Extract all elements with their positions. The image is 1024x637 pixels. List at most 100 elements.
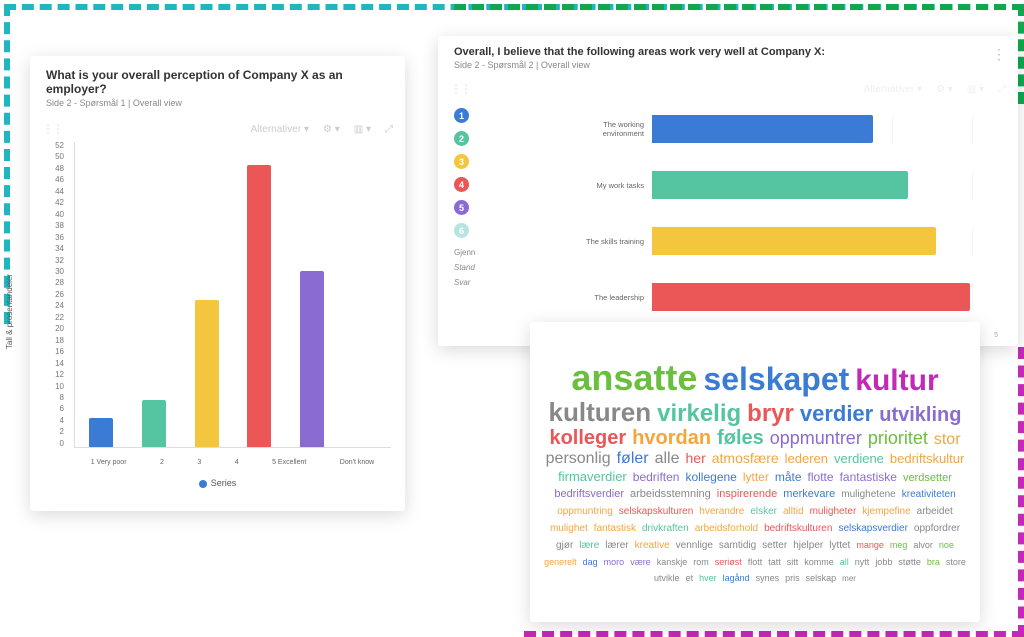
settings-icon[interactable]: ⚙ ▾ (323, 124, 340, 135)
cloud-word: generelt (544, 558, 577, 567)
cloud-word: noe (939, 541, 954, 550)
bar-xlabel: Don't know (340, 459, 374, 466)
chart-type-icon[interactable]: ▥ ▾ (967, 84, 984, 95)
cloud-word: bra (927, 558, 940, 567)
cloud-word: verdiene (834, 452, 884, 466)
hbar-title: Overall, I believe that the following ar… (454, 46, 1002, 58)
cloud-word: støtte (898, 558, 921, 567)
cloud-word: pris (785, 574, 800, 583)
cloud-word: selskapet (703, 363, 849, 397)
bar-xlabel: 4 (235, 459, 239, 466)
cloud-word: hjelper (793, 541, 823, 552)
bar-xlabel: 2 (160, 459, 164, 466)
cloud-word: bedriften (633, 471, 680, 484)
cloud-word: gjør (556, 541, 573, 552)
bar-chart-area: Tall & prosentandeler 525048464442403836… (30, 142, 405, 472)
cloud-word: vennlige (676, 541, 713, 552)
more-menu-icon[interactable]: ⋮ (992, 46, 1006, 63)
cloud-word: inspirerende (717, 489, 778, 501)
cloud-word: kulturen (549, 399, 652, 426)
cloud-word: alltid (783, 507, 804, 518)
expand-icon[interactable]: ⤢ (385, 124, 393, 135)
wordcloud: ansatteselskapetkulturkulturenvirkeligbr… (530, 346, 980, 598)
cloud-word: flott (748, 558, 763, 567)
cloud-word: hverandre (699, 507, 744, 518)
cloud-word: atmosfære (712, 451, 779, 466)
bar-4 (300, 271, 324, 447)
cloud-word: selskap (806, 574, 837, 583)
alternatives-dropdown[interactable]: Alternativer ▾ (251, 124, 309, 135)
cloud-word: lærer (605, 541, 628, 552)
cloud-word: tatt (768, 558, 781, 567)
settings-icon[interactable]: ⚙ ▾ (936, 84, 953, 95)
cloud-word: lagånd (723, 574, 750, 583)
bar-xlabel: 3 (197, 459, 201, 466)
bar-3 (247, 165, 271, 447)
cloud-word: moro (604, 558, 625, 567)
cloud-word: mange (856, 541, 884, 550)
cloud-word: flotte (808, 471, 834, 484)
cloud-word: samtidig (719, 541, 756, 552)
cloud-word: bryr (747, 401, 794, 426)
cloud-word: jobb (875, 558, 892, 567)
cloud-word: mulighet (550, 524, 588, 535)
cloud-word: verdier (800, 402, 873, 425)
alternatives-dropdown[interactable]: Alternativer ▾ (864, 84, 922, 95)
cloud-word: mer (842, 575, 856, 583)
chart-type-icon[interactable]: ▥ ▾ (354, 124, 371, 135)
stat-label: Stand (454, 263, 558, 272)
cloud-word: firmaverdier (558, 470, 627, 484)
cloud-word: synes (756, 574, 780, 583)
cloud-word: alvor (913, 541, 933, 550)
cloud-word: setter (762, 541, 787, 552)
cloud-word: oppmuntrer (770, 429, 862, 448)
legend-badge: 3 (454, 154, 469, 169)
legend-badge: 2 (454, 131, 469, 146)
cloud-word: oppfordrer (914, 524, 960, 535)
cloud-word: stor (934, 432, 961, 449)
hbar-subtitle: Side 2 - Spørsmål 2 | Overall view (454, 60, 1002, 70)
cloud-word: hvordan (632, 428, 711, 449)
cloud-word: lære (579, 541, 599, 552)
cloud-word: lyttet (829, 541, 850, 552)
cloud-word: arbeidsstemning (630, 489, 711, 501)
cloud-word: merkevare (783, 489, 835, 501)
expand-icon[interactable]: ⤢ (998, 84, 1006, 95)
cloud-word: oppmuntring (557, 507, 613, 518)
cloud-word: lytter (743, 471, 769, 484)
y-axis-label: Tall & prosentandeler (5, 274, 14, 349)
hbar-fill (652, 227, 936, 255)
stat-label: Gjenn (454, 248, 558, 257)
bar-0 (89, 418, 113, 447)
hbar-fill (652, 115, 873, 143)
bar-legend: Series (30, 478, 405, 488)
cloud-word: fantastiske (840, 471, 897, 484)
cloud-word: personlig (546, 451, 611, 468)
hbar-fill (652, 171, 908, 199)
hbar-row: My work tasks (562, 164, 998, 206)
cloud-word: hver (699, 574, 717, 583)
cloud-word: selskapskulturen (619, 507, 693, 518)
hbar-label: The working environment (562, 120, 652, 138)
cloud-word: lederen (785, 452, 828, 466)
cloud-word: arbeidsforhold (695, 524, 758, 535)
cloud-word: føler (617, 451, 649, 468)
cloud-word: drivkraften (642, 524, 689, 535)
cloud-word: prioritet (868, 429, 928, 448)
stat-label: Svar (454, 278, 558, 287)
legend-badge: 5 (454, 200, 469, 215)
cloud-word: kjempefine (862, 507, 910, 518)
cloud-word: kreative (635, 541, 670, 552)
cloud-word: utvikling (879, 405, 961, 426)
drag-handle-icon[interactable]: ⋮⋮ (42, 122, 62, 136)
cloud-word: kollegene (685, 471, 736, 484)
bar-2 (195, 300, 219, 447)
drag-handle-icon[interactable]: ⋮⋮ (450, 82, 470, 96)
cloud-word: komme (804, 558, 834, 567)
cloud-word: rom (693, 558, 709, 567)
cloud-word: ansatte (571, 359, 697, 397)
perception-bar-card: What is your overall perception of Compa… (30, 56, 405, 511)
cloud-word: utvikle (654, 574, 680, 583)
legend-badge: 4 (454, 177, 469, 192)
legend-badge: 1 (454, 108, 469, 123)
